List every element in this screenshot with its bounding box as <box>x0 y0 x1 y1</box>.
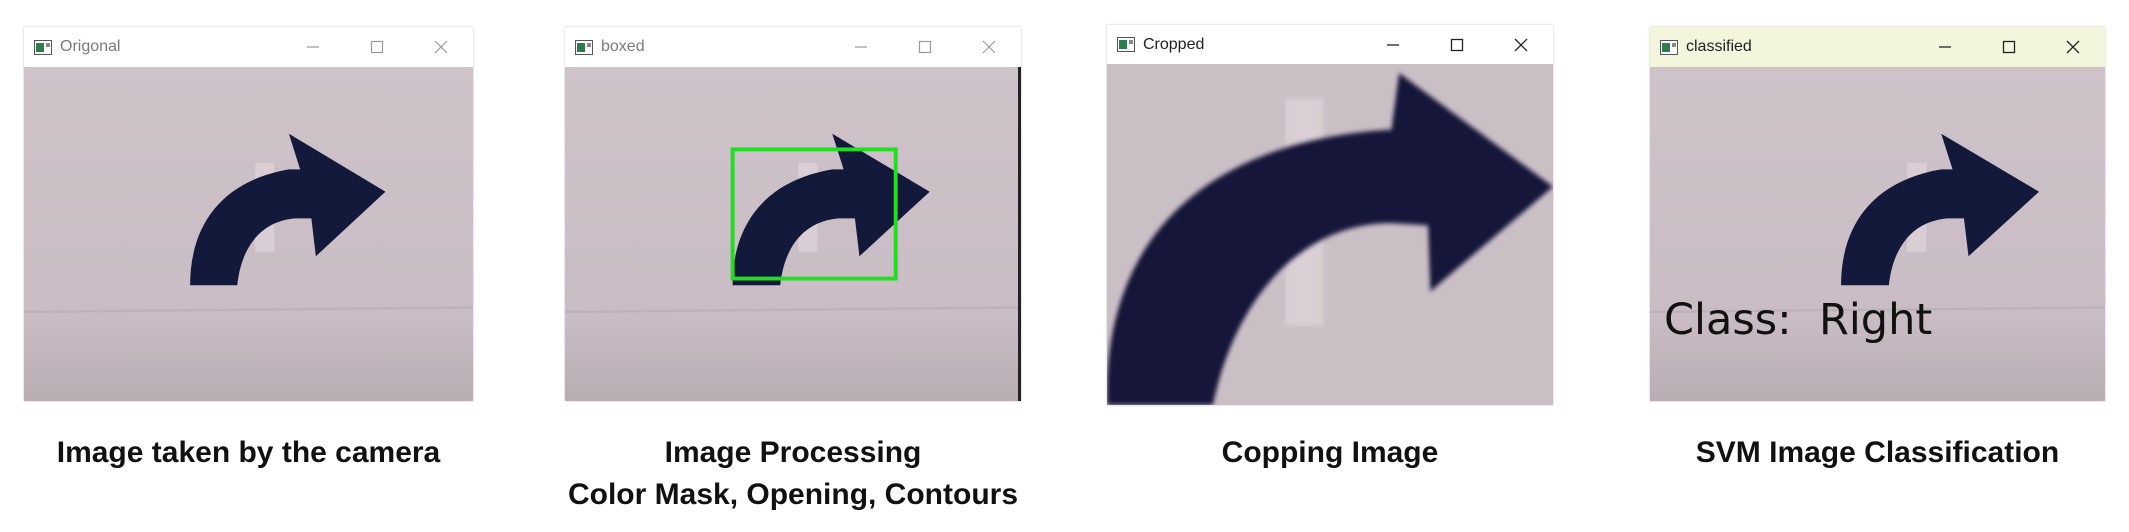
cropped-image <box>1107 64 1553 405</box>
close-button[interactable] <box>957 27 1021 67</box>
maximize-icon <box>2002 40 2016 54</box>
opencv-window-icon <box>575 39 593 55</box>
window-title: classified <box>1686 38 1752 55</box>
window-boxed[interactable]: boxed <box>565 27 1021 401</box>
window-classified[interactable]: classified Class: Right <box>1650 27 2105 401</box>
minimize-button[interactable] <box>1361 25 1425 64</box>
classified-image: Class: Right <box>1650 67 2105 401</box>
close-icon <box>2066 40 2080 54</box>
opencv-window-icon <box>1660 39 1678 55</box>
window-original[interactable]: Origonal <box>24 27 473 401</box>
maximize-icon <box>370 40 384 54</box>
minimize-icon <box>855 46 867 48</box>
maximize-button[interactable] <box>1425 25 1489 64</box>
minimize-icon <box>1387 43 1399 46</box>
window-cropped[interactable]: Cropped <box>1107 25 1553 405</box>
window-title: boxed <box>601 38 645 55</box>
maximize-button[interactable] <box>345 27 409 67</box>
opencv-window-icon <box>34 39 52 55</box>
caption-line: Image Processing <box>664 436 922 469</box>
caption-line: Copping Image <box>1221 436 1439 469</box>
minimize-button[interactable] <box>829 27 893 67</box>
window-titlebar[interactable]: Origonal <box>24 27 473 67</box>
maximize-button[interactable] <box>893 27 957 67</box>
caption-line: Image taken by the camera <box>56 436 441 469</box>
caption-camera: Image taken by the camera <box>24 432 473 474</box>
window-titlebar[interactable]: classified <box>1650 27 2105 67</box>
caption-line: SVM Image Classification <box>1695 436 2060 469</box>
maximize-icon <box>918 40 932 54</box>
close-button[interactable] <box>409 27 473 67</box>
minimize-button[interactable] <box>281 27 345 67</box>
close-icon <box>982 40 996 54</box>
processed-image <box>565 67 1021 401</box>
window-title: Cropped <box>1143 35 1205 53</box>
close-icon <box>1514 38 1528 51</box>
window-title: Origonal <box>60 38 121 55</box>
minimize-icon <box>307 46 319 48</box>
caption-line-2: Color Mask, Opening, Contours <box>567 478 1018 511</box>
caption-cropping: Copping Image <box>1107 432 1553 474</box>
close-icon <box>434 40 448 54</box>
close-button[interactable] <box>2041 27 2105 67</box>
opencv-window-icon <box>1117 37 1135 52</box>
camera-image <box>24 67 473 401</box>
caption-processing: Image Processing Color Mask, Opening, Co… <box>555 432 1031 516</box>
minimize-button[interactable] <box>1913 27 1977 67</box>
maximize-icon <box>1450 38 1464 51</box>
window-titlebar[interactable]: Cropped <box>1107 25 1553 64</box>
close-button[interactable] <box>1489 25 1553 64</box>
caption-classification: SVM Image Classification <box>1650 432 2105 474</box>
classification-label: Class: Right <box>1664 295 1933 345</box>
window-titlebar[interactable]: boxed <box>565 27 1021 67</box>
maximize-button[interactable] <box>1977 27 2041 67</box>
minimize-icon <box>1939 46 1951 48</box>
